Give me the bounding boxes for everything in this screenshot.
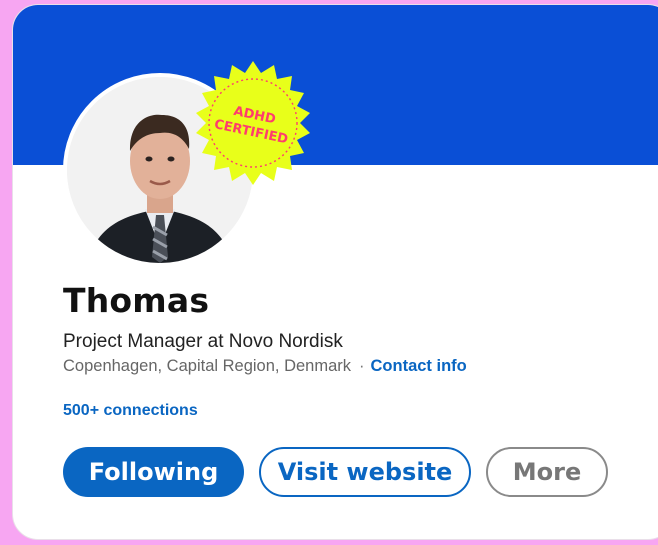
- visit-website-button[interactable]: Visit website: [259, 447, 471, 497]
- following-button[interactable]: Following: [63, 447, 244, 497]
- profile-headline: Project Manager at Novo Nordisk: [63, 331, 343, 352]
- profile-location: Copenhagen, Capital Region, Denmark: [63, 357, 352, 375]
- adhd-certified-sticker: ADHD CERTIFIED: [191, 61, 315, 185]
- profile-card: ADHD CERTIFIED Thomas Project Manager at…: [12, 4, 658, 540]
- contact-info-link[interactable]: Contact info: [371, 357, 467, 375]
- location-separator: ·: [359, 357, 365, 375]
- profile-name: Thomas: [63, 281, 210, 320]
- profile-location-row: Copenhagen, Capital Region, Denmark · Cont…: [63, 357, 467, 376]
- more-button[interactable]: More: [486, 447, 608, 497]
- connections-link[interactable]: 500+ connections: [63, 402, 198, 420]
